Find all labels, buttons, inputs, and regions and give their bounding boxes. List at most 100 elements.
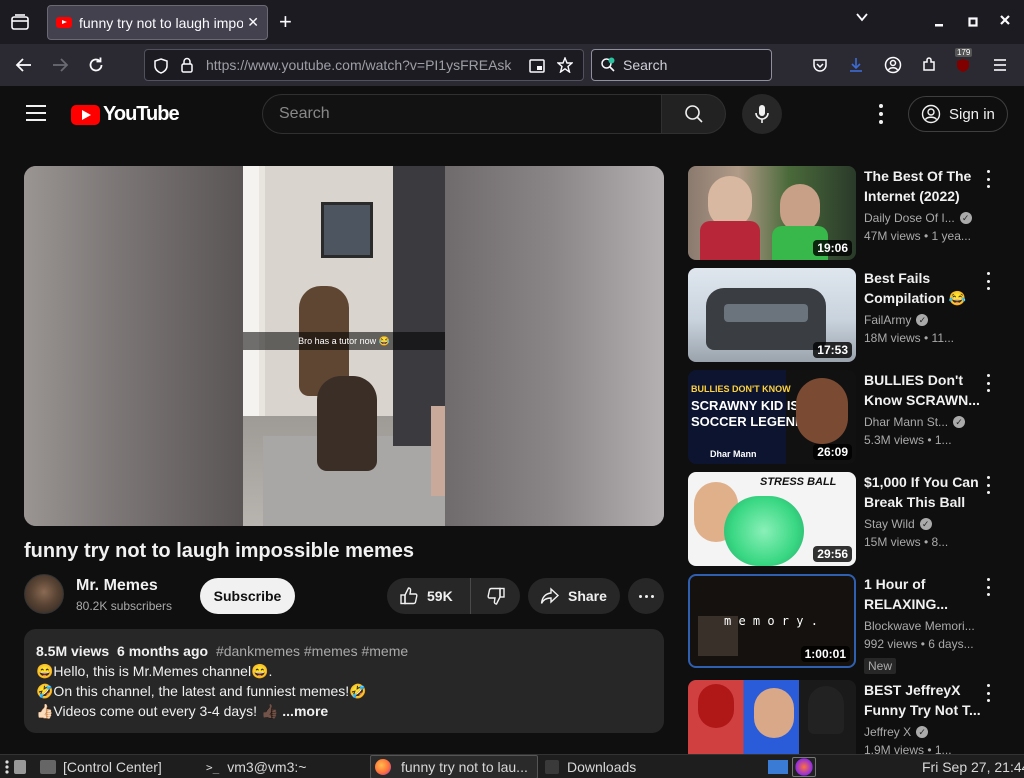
video-duration: 19:06 — [813, 240, 852, 256]
recommendation-title[interactable]: BULLIES Don't Know SCRAWN... — [864, 370, 982, 410]
recommendation-title[interactable]: Best Fails Compilation 😂 — [864, 268, 982, 308]
description-line-last: 👍🏻Videos come out every 3-4 days! 👍🏿 ...… — [36, 701, 652, 721]
app-menu-icon[interactable] — [989, 54, 1011, 76]
search-icon — [684, 105, 703, 123]
channel-name[interactable]: Mr. Memes — [76, 577, 158, 595]
recommendation-menu-icon[interactable] — [984, 374, 992, 392]
hashtags[interactable]: #dankmemes #memes #meme — [216, 643, 408, 659]
back-icon[interactable] — [13, 54, 35, 76]
clock: Fri Sep 27, 21:44 — [922, 759, 1024, 775]
extensions-icon[interactable] — [918, 54, 940, 76]
recommendation-item[interactable]: BULLIES DON'T KNOW SCRAWNY KID IS SOCCER… — [688, 370, 1008, 464]
url-host: https://www.youtube.com — [206, 57, 362, 73]
recommendation-thumbnail[interactable]: 19:06 — [688, 166, 856, 260]
upload-age: 6 months ago — [117, 643, 209, 659]
recommendation-item[interactable]: 19:06 The Best Of The Internet (2022) Da… — [688, 166, 1008, 260]
more-actions-button[interactable] — [628, 578, 664, 614]
workspace-1-icon — [768, 760, 788, 774]
recommendation-channel[interactable]: Dhar Mann St... ✓ — [864, 415, 966, 429]
minimize-icon[interactable] — [934, 14, 944, 30]
show-more-link[interactable]: ...more — [282, 703, 328, 719]
lock-icon[interactable] — [181, 57, 193, 78]
dislike-button[interactable] — [471, 578, 520, 614]
recommendation-item[interactable]: 17:53 Best Fails Compilation 😂 FailArmy ✓… — [688, 268, 1008, 362]
browser-tab-active[interactable]: funny try not to laugh impos ✕ — [47, 5, 268, 40]
taskbar-downloads[interactable]: Downloads — [545, 755, 636, 778]
pocket-icon[interactable] — [809, 54, 831, 76]
ublock-extension-icon[interactable]: 179 — [952, 48, 974, 76]
thumb-text: SCRAWNY KID IS — [691, 398, 800, 413]
recommendation-title[interactable]: 1 Hour of RELAXING... — [864, 574, 982, 614]
settings-more-icon[interactable] — [872, 104, 890, 124]
recommendation-thumbnail[interactable]: m e m o r y . 1:00:01 — [688, 574, 856, 668]
url-text[interactable]: https://www.youtube.com/watch?v=PI1ysFRE… — [206, 57, 514, 73]
recommendation-channel[interactable]: Jeffrey X ✓ — [864, 725, 929, 739]
window-close-icon[interactable] — [999, 13, 1011, 29]
recommendation-menu-icon[interactable] — [984, 272, 992, 290]
tab-list-icon[interactable] — [8, 10, 32, 34]
like-count: 59K — [427, 588, 453, 604]
description-meta: 8.5M views 6 months ago #dankmemes #meme… — [36, 641, 652, 661]
tab-overflow-chevron-icon[interactable] — [855, 10, 869, 27]
recommendation-channel[interactable]: Blockwave Memori... — [864, 619, 975, 633]
recommendation-thumbnail[interactable]: 17:53 — [688, 268, 856, 362]
terminal-icon: >_ — [206, 760, 220, 774]
os-taskbar: [Control Center] >_ vm3@vm3:~ funny try … — [0, 754, 1024, 778]
forward-icon[interactable] — [49, 54, 71, 76]
taskbar-terminal[interactable]: >_ vm3@vm3:~ — [206, 755, 306, 778]
video-duration: 17:53 — [813, 342, 852, 358]
recommendation-meta: 992 views • 6 days... — [864, 637, 974, 651]
app-launcher-icon[interactable] — [4, 755, 34, 778]
recommendation-item[interactable]: m e m o r y . 1:00:01 1 Hour of RELAXING… — [688, 574, 1008, 674]
channel-avatar[interactable] — [24, 574, 64, 614]
video-player[interactable]: Bro has a tutor now 😂 — [24, 166, 664, 526]
description-box[interactable]: 8.5M views 6 months ago #dankmemes #meme… — [24, 629, 664, 733]
workspace-switcher[interactable] — [768, 755, 816, 778]
recommendation-title[interactable]: $1,000 If You Can Break This Ball i... — [864, 472, 982, 512]
recommendation-thumbnail[interactable]: BULLIES DON'T KNOW SCRAWNY KID IS SOCCER… — [688, 370, 856, 464]
recommendation-channel[interactable]: Daily Dose Of I... ✓ — [864, 211, 972, 225]
account-icon[interactable] — [882, 54, 904, 76]
bookmark-star-icon[interactable] — [556, 56, 574, 78]
recommendation-channel[interactable]: FailArmy ✓ — [864, 313, 929, 327]
recommendation-thumbnail[interactable]: STRESS BALL 29:56 — [688, 472, 856, 566]
new-tab-icon[interactable]: + — [279, 10, 292, 34]
recommendation-channel-name: Jeffrey X — [864, 725, 912, 739]
youtube-logo[interactable]: YouTube — [71, 103, 180, 126]
sign-in-button[interactable]: Sign in — [908, 96, 1008, 132]
shield-icon[interactable] — [154, 58, 168, 79]
tab-close-icon[interactable]: ✕ — [247, 14, 259, 31]
guide-menu-icon[interactable] — [26, 105, 46, 121]
user-circle-icon — [921, 104, 941, 124]
taskbar-firefox[interactable]: funny try not to lau... — [370, 755, 538, 778]
recommendation-meta: 47M views • 1 yea... — [864, 229, 971, 243]
downloads-icon[interactable] — [845, 54, 867, 76]
browser-tab-bar: funny try not to laugh impos ✕ + — [0, 0, 1024, 44]
recommendation-menu-icon[interactable] — [984, 684, 992, 702]
description-line: 😄Hello, this is Mr.Memes channel😄. — [36, 663, 273, 679]
recommendation-title[interactable]: BEST JeffreyX Funny Try Not T... — [864, 680, 982, 720]
recommendation-menu-icon[interactable] — [984, 476, 992, 494]
recommendation-menu-icon[interactable] — [984, 170, 992, 188]
recommendation-item[interactable]: STRESS BALL 29:56 $1,000 If You Can Brea… — [688, 472, 1008, 566]
recommendation-thumbnail[interactable] — [688, 680, 856, 754]
description-line-text: 👍🏻Videos come out every 3-4 days! 👍🏿 — [36, 703, 279, 719]
reload-icon[interactable] — [85, 54, 107, 76]
address-bar[interactable]: https://www.youtube.com/watch?v=PI1ysFRE… — [144, 49, 584, 81]
browser-search-bar[interactable]: Search — [591, 49, 772, 81]
like-button[interactable]: 59K — [387, 578, 471, 614]
recommendation-title[interactable]: The Best Of The Internet (2022) — [864, 166, 982, 206]
voice-search-button[interactable] — [742, 94, 782, 134]
recommendation-channel[interactable]: Stay Wild ✓ — [864, 517, 932, 531]
reader-view-icon[interactable] — [529, 58, 545, 79]
subscribe-button[interactable]: Subscribe — [200, 578, 295, 614]
recommendation-menu-icon[interactable] — [984, 578, 992, 596]
share-button[interactable]: Share — [528, 578, 620, 614]
youtube-search-input[interactable]: Search — [262, 94, 662, 134]
maximize-icon[interactable] — [968, 14, 978, 30]
taskbar-control-center[interactable]: [Control Center] — [40, 755, 162, 778]
screen: funny try not to laugh impos ✕ + https:/… — [0, 0, 1024, 778]
recommendation-item[interactable]: BEST JeffreyX Funny Try Not T... Jeffrey… — [688, 680, 1008, 754]
recommendation-meta: 18M views • 11... — [864, 331, 955, 345]
youtube-search-button[interactable] — [662, 94, 726, 134]
